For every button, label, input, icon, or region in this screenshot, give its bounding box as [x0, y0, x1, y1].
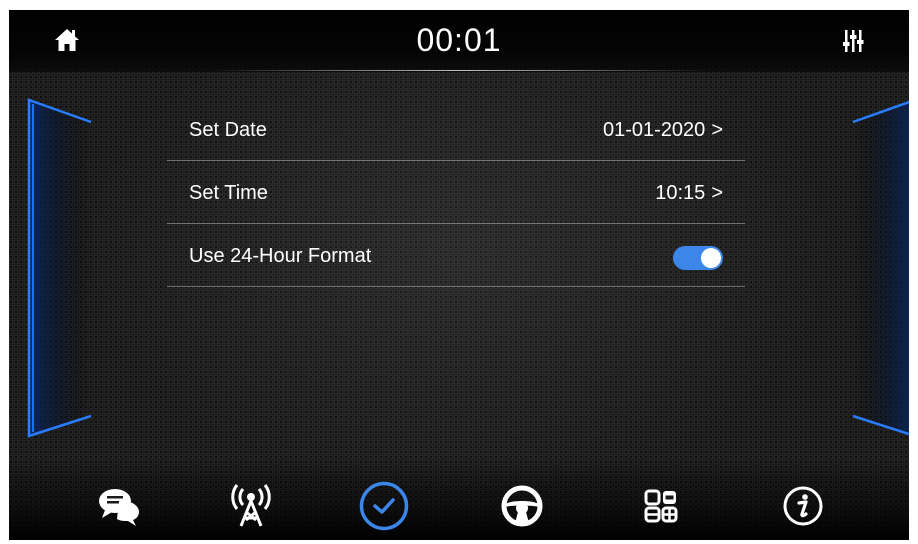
24-hour-format-toggle[interactable] [673, 246, 723, 270]
right-glow-panel [852, 100, 909, 436]
bottom-dock [9, 458, 909, 540]
home-icon [55, 29, 79, 51]
dock-info-button[interactable] [777, 480, 829, 532]
dock-messages-button[interactable] [94, 480, 146, 532]
settings-list: Set Date 01-01-2020 > Set Time 10:15 > Use… [167, 98, 745, 287]
chevron-right-icon: > [711, 182, 723, 204]
left-glow-panel [27, 98, 92, 438]
chat-bubbles-icon [99, 489, 139, 526]
set-date-value: 01-01-2020 > [603, 119, 723, 141]
24-hour-format-label: Use 24-Hour Format [189, 245, 372, 267]
set-date-label: Set Date [189, 119, 267, 141]
toggle-knob [701, 248, 721, 268]
apps-grid-icon [644, 489, 678, 523]
set-date-row[interactable]: Set Date 01-01-2020 > [167, 98, 745, 161]
24-hour-format-row: Use 24-Hour Format [167, 224, 745, 287]
dock-clock-button[interactable] [358, 480, 410, 532]
set-time-value: 10:15 > [655, 182, 723, 204]
clock-display: 00:01 [416, 22, 502, 58]
dock-radio-button[interactable] [225, 480, 277, 532]
dock-steering-button[interactable] [496, 480, 548, 532]
equalizer-icon [843, 30, 864, 52]
top-bar: 00:01 [9, 10, 909, 72]
steering-wheel-icon [501, 485, 543, 527]
set-time-label: Set Time [189, 182, 268, 204]
dock-apps-button[interactable] [635, 480, 687, 532]
home-button[interactable] [53, 26, 81, 54]
chevron-right-icon: > [711, 119, 723, 141]
header-divider [209, 70, 709, 71]
antenna-icon [231, 484, 271, 527]
clock-icon [359, 481, 409, 531]
equalizer-button[interactable] [840, 28, 866, 54]
info-icon [783, 486, 823, 526]
settings-screen: 00:01 Set Date 01-01-2020 > Set Time 10:… [9, 10, 909, 540]
set-time-row[interactable]: Set Time 10:15 > [167, 161, 745, 224]
